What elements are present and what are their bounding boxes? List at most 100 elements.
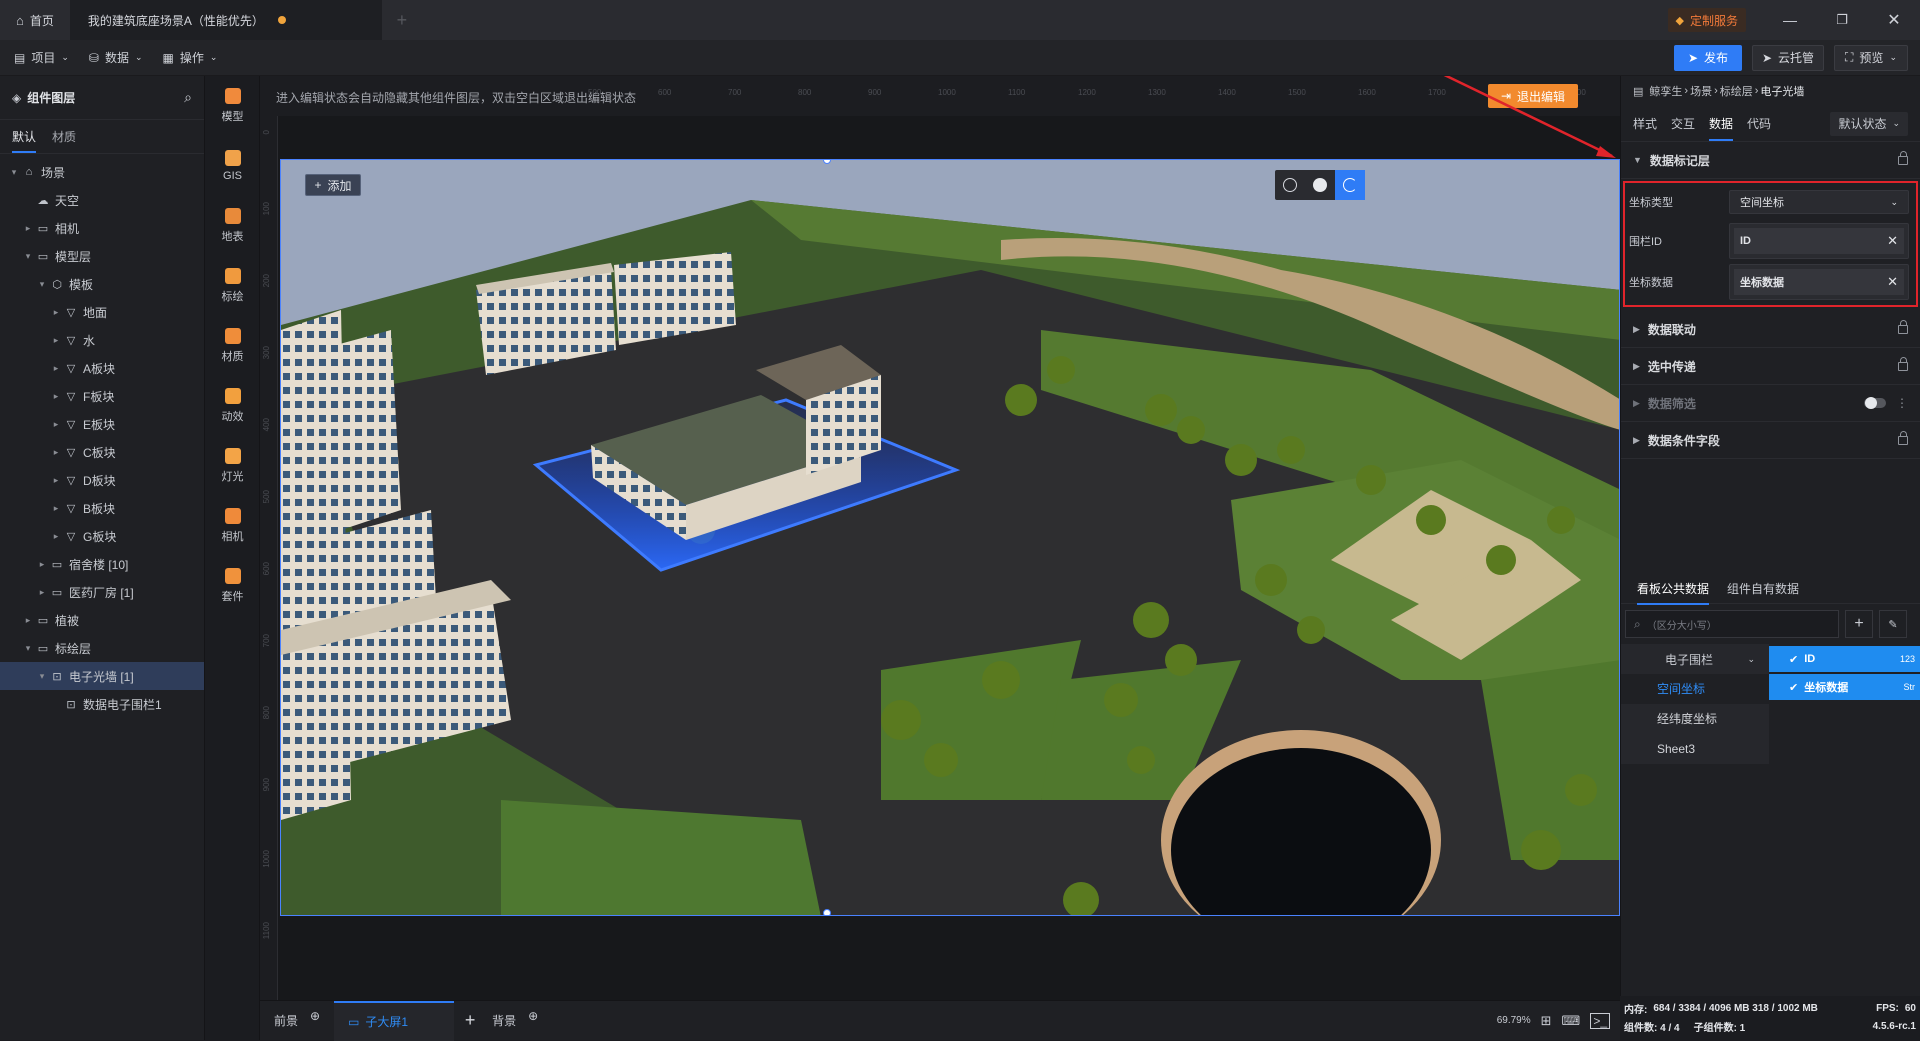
layer-tree-item[interactable]: ▾ ▭ 模型层 <box>0 242 204 270</box>
field-item[interactable]: ✔ 坐标数据 Str <box>1769 674 1920 700</box>
layer-tree-item[interactable]: ▾ ⬡ 模板 <box>0 270 204 298</box>
exit-edit-button[interactable]: ⇥ 退出编辑 <box>1488 84 1578 108</box>
layer-tree-item[interactable]: ▾ ▭ 标绘层 <box>0 634 204 662</box>
tab-data[interactable]: 数据 <box>1709 106 1734 141</box>
state-select[interactable]: 默认状态 ⌄ <box>1830 111 1908 136</box>
doc-tab[interactable]: 我的建筑底座场景A（性能优先） <box>69 0 382 40</box>
caret-right-icon[interactable]: ▸ <box>50 475 62 486</box>
coord-data-field[interactable]: 坐标数据 ✕ <box>1729 264 1909 300</box>
globe-view-button[interactable] <box>1275 170 1305 200</box>
caret-right-icon[interactable]: ▸ <box>50 503 62 514</box>
3d-scene-viewport[interactable]: + 添加 <box>280 159 1620 916</box>
section-data-condition[interactable]: ▶ 数据条件字段 <box>1621 422 1920 459</box>
filter-toggle[interactable] <box>1864 397 1886 409</box>
section-data-link[interactable]: ▶ 数据联动 <box>1621 311 1920 348</box>
add-screen-button[interactable]: + <box>454 1010 486 1031</box>
caret-down-icon[interactable]: ▾ <box>22 643 34 654</box>
operate-menu[interactable]: ▦ 操作 ⌄ <box>153 40 228 76</box>
tab-interact[interactable]: 交互 <box>1671 115 1695 132</box>
clear-icon[interactable]: ✕ <box>1887 274 1898 290</box>
rail-item[interactable]: 灯光 <box>205 436 260 496</box>
caret-right-icon[interactable]: ▸ <box>50 307 62 318</box>
section-data-marker[interactable]: ▼ 数据标记层 <box>1621 142 1920 179</box>
home-tab[interactable]: ⌂ 首页 <box>0 0 70 40</box>
breadcrumb-item[interactable]: 鲸孪生 <box>1649 83 1682 99</box>
minimize-button[interactable]: — <box>1764 12 1816 28</box>
caret-right-icon[interactable]: ▸ <box>50 335 62 346</box>
lock-icon[interactable] <box>1898 150 1908 165</box>
caret-right-icon[interactable]: ▸ <box>50 391 62 402</box>
keyboard-icon[interactable]: ⌨ <box>1562 1013 1581 1029</box>
lock-icon[interactable] <box>1898 430 1908 445</box>
layer-tree-item[interactable]: ▸ ▽ A板块 <box>0 354 204 382</box>
layer-tree-item[interactable]: ▸ ▽ 地面 <box>0 298 204 326</box>
layer-tree-item[interactable]: ▸ ▽ 水 <box>0 326 204 354</box>
search-icon[interactable]: ⌕ <box>184 89 192 106</box>
caret-right-icon[interactable]: ▸ <box>36 559 48 570</box>
breadcrumb-item[interactable]: 标绘层 <box>1720 83 1753 99</box>
dataset-select[interactable]: 电子围栏 ⌄ <box>1621 644 1769 674</box>
layer-tree-item[interactable]: ▾ ⊡ 电子光墙 [1] <box>0 662 204 690</box>
editor-canvas[interactable]: 进入编辑状态会自动隐藏其他组件图层，双击空白区域退出编辑状态 500 600 700… <box>260 76 1620 1000</box>
data-menu[interactable]: ⛁ 数据 ⌄ <box>79 40 153 76</box>
foreground-tab[interactable]: 前景 ⊕ <box>260 1001 334 1041</box>
rail-item[interactable]: 相机 <box>205 496 260 556</box>
sheet-item[interactable]: 空间坐标 <box>1621 674 1769 704</box>
breadcrumb-item[interactable]: 场景 <box>1690 83 1712 99</box>
lock-icon[interactable] <box>1898 319 1908 334</box>
field-search-input[interactable]: ⌕ （区分大小写） <box>1625 610 1839 638</box>
more-icon[interactable]: ⋮ <box>1896 396 1908 410</box>
fit-screen-icon[interactable]: ⊞ <box>1541 1013 1552 1029</box>
fence-id-field[interactable]: ID ✕ <box>1729 223 1909 259</box>
add-circle-icon[interactable]: ⊕ <box>528 1009 538 1023</box>
layer-tree-item[interactable]: ▾ ⌂ 场景 <box>0 158 204 186</box>
rail-item[interactable]: 材质 <box>205 316 260 376</box>
caret-down-icon[interactable]: ▾ <box>36 671 48 682</box>
caret-down-icon[interactable]: ▾ <box>36 279 48 290</box>
add-dataset-button[interactable]: + <box>1845 610 1873 638</box>
tab-public-data[interactable]: 看板公共数据 <box>1637 572 1710 605</box>
field-item[interactable]: ✔ ID 123 <box>1769 646 1920 672</box>
caret-down-icon[interactable]: ▾ <box>22 251 34 262</box>
layer-tree-item[interactable]: ▸ ▭ 医药厂房 [1] <box>0 578 204 606</box>
sheet-item[interactable]: Sheet3 <box>1621 734 1769 764</box>
layer-tree-item[interactable]: ▸ ▽ G板块 <box>0 522 204 550</box>
rail-item[interactable]: 动效 <box>205 376 260 436</box>
section-select-pass[interactable]: ▶ 选中传递 <box>1621 348 1920 385</box>
preview-button[interactable]: ⛶ 预览 ⌄ <box>1834 44 1908 71</box>
caret-right-icon[interactable]: ▸ <box>22 615 34 626</box>
background-tab[interactable]: 背景 ⊕ <box>486 1001 544 1041</box>
tab-default[interactable]: 默认 <box>12 128 37 153</box>
tab-own-data[interactable]: 组件自有数据 <box>1727 580 1799 597</box>
layer-tree-item[interactable]: ▸ ▭ 植被 <box>0 606 204 634</box>
cloud-host-button[interactable]: ➤ 云托管 <box>1752 44 1824 71</box>
close-window-button[interactable]: ✕ <box>1868 10 1920 30</box>
project-menu[interactable]: ▤ 项目 ⌄ <box>0 40 79 76</box>
add-button[interactable]: + 添加 <box>305 174 361 196</box>
rail-item[interactable]: 套件 <box>205 556 260 616</box>
coord-type-select[interactable]: 空间坐标 ⌄ <box>1729 190 1909 214</box>
caret-down-icon[interactable]: ▾ <box>8 167 20 178</box>
edit-dataset-button[interactable]: ✎ <box>1879 610 1907 638</box>
rail-item[interactable]: 地表 <box>205 196 260 256</box>
layer-tree-item[interactable]: ▸ ▽ F板块 <box>0 382 204 410</box>
add-circle-icon[interactable]: ⊕ <box>310 1009 320 1023</box>
caret-right-icon[interactable]: ▸ <box>50 419 62 430</box>
layer-tree-item[interactable]: ▸ ▽ D板块 <box>0 466 204 494</box>
publish-button[interactable]: ➤ 发布 <box>1674 44 1742 71</box>
new-tab-button[interactable]: + <box>382 10 422 31</box>
custom-service-button[interactable]: ◆ 定制服务 <box>1667 8 1746 32</box>
caret-right-icon[interactable]: ▸ <box>22 223 34 234</box>
orbit-view-button[interactable] <box>1335 170 1365 200</box>
screen-tab[interactable]: ▭ 子大屏1 <box>334 1000 455 1041</box>
sphere-view-button[interactable] <box>1305 170 1335 200</box>
rail-item[interactable]: GIS <box>205 136 260 196</box>
tab-style[interactable]: 样式 <box>1633 115 1657 132</box>
caret-right-icon[interactable]: ▸ <box>50 531 62 542</box>
layer-tree-item[interactable]: ▸ ▽ E板块 <box>0 410 204 438</box>
tab-material[interactable]: 材质 <box>52 128 76 145</box>
resize-handle[interactable] <box>823 909 831 915</box>
layer-tree-item[interactable]: ▸ ▭ 宿舍楼 [10] <box>0 550 204 578</box>
rail-item[interactable]: 模型 <box>205 76 260 136</box>
layer-tree-item[interactable]: ▸ ▽ C板块 <box>0 438 204 466</box>
